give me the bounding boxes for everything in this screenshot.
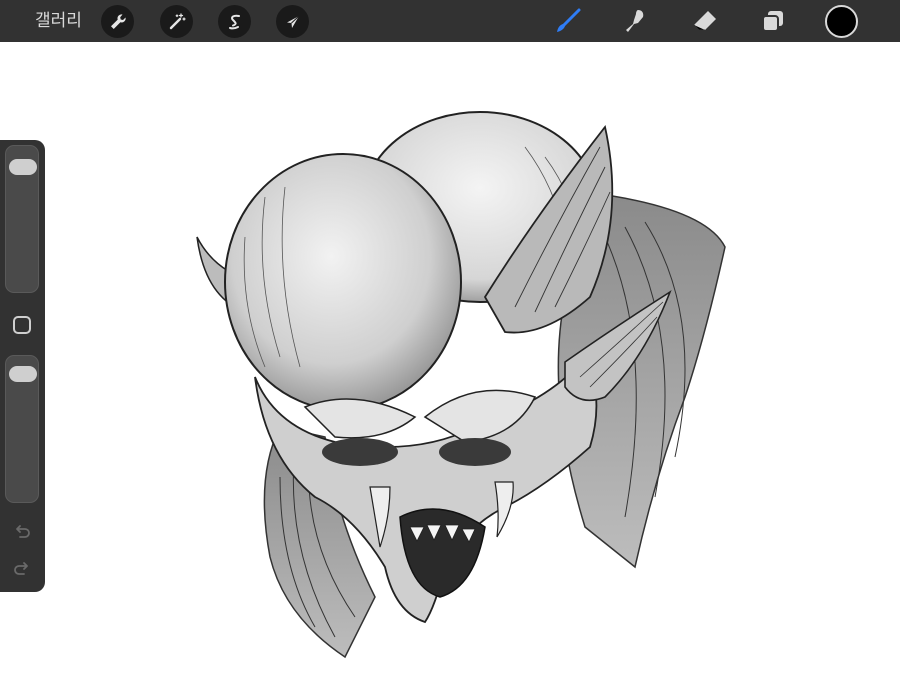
smudge-icon[interactable] [618,5,652,37]
top-toolbar: 갤러리 [0,0,900,42]
brush-size-slider[interactable] [5,145,39,293]
brush-opacity-slider[interactable] [5,355,39,503]
drawing-canvas[interactable] [0,42,900,675]
arrow-cursor-icon[interactable] [276,5,309,38]
magic-wand-icon[interactable] [160,5,193,38]
layers-icon[interactable] [756,5,790,37]
brush-size-thumb[interactable] [9,158,37,175]
wrench-icon[interactable] [101,5,134,38]
brush-icon[interactable] [551,5,585,37]
undo-icon[interactable] [12,523,32,543]
left-sidebar [0,140,45,592]
square-icon[interactable] [13,316,31,334]
oni-mask-sketch [196,111,726,659]
brush-opacity-thumb[interactable] [9,366,37,383]
eraser-icon[interactable] [688,5,722,37]
gallery-button[interactable]: 갤러리 [35,10,82,32]
color-swatch[interactable] [825,5,858,38]
selection-s-icon[interactable] [218,5,251,38]
redo-icon[interactable] [12,560,32,580]
